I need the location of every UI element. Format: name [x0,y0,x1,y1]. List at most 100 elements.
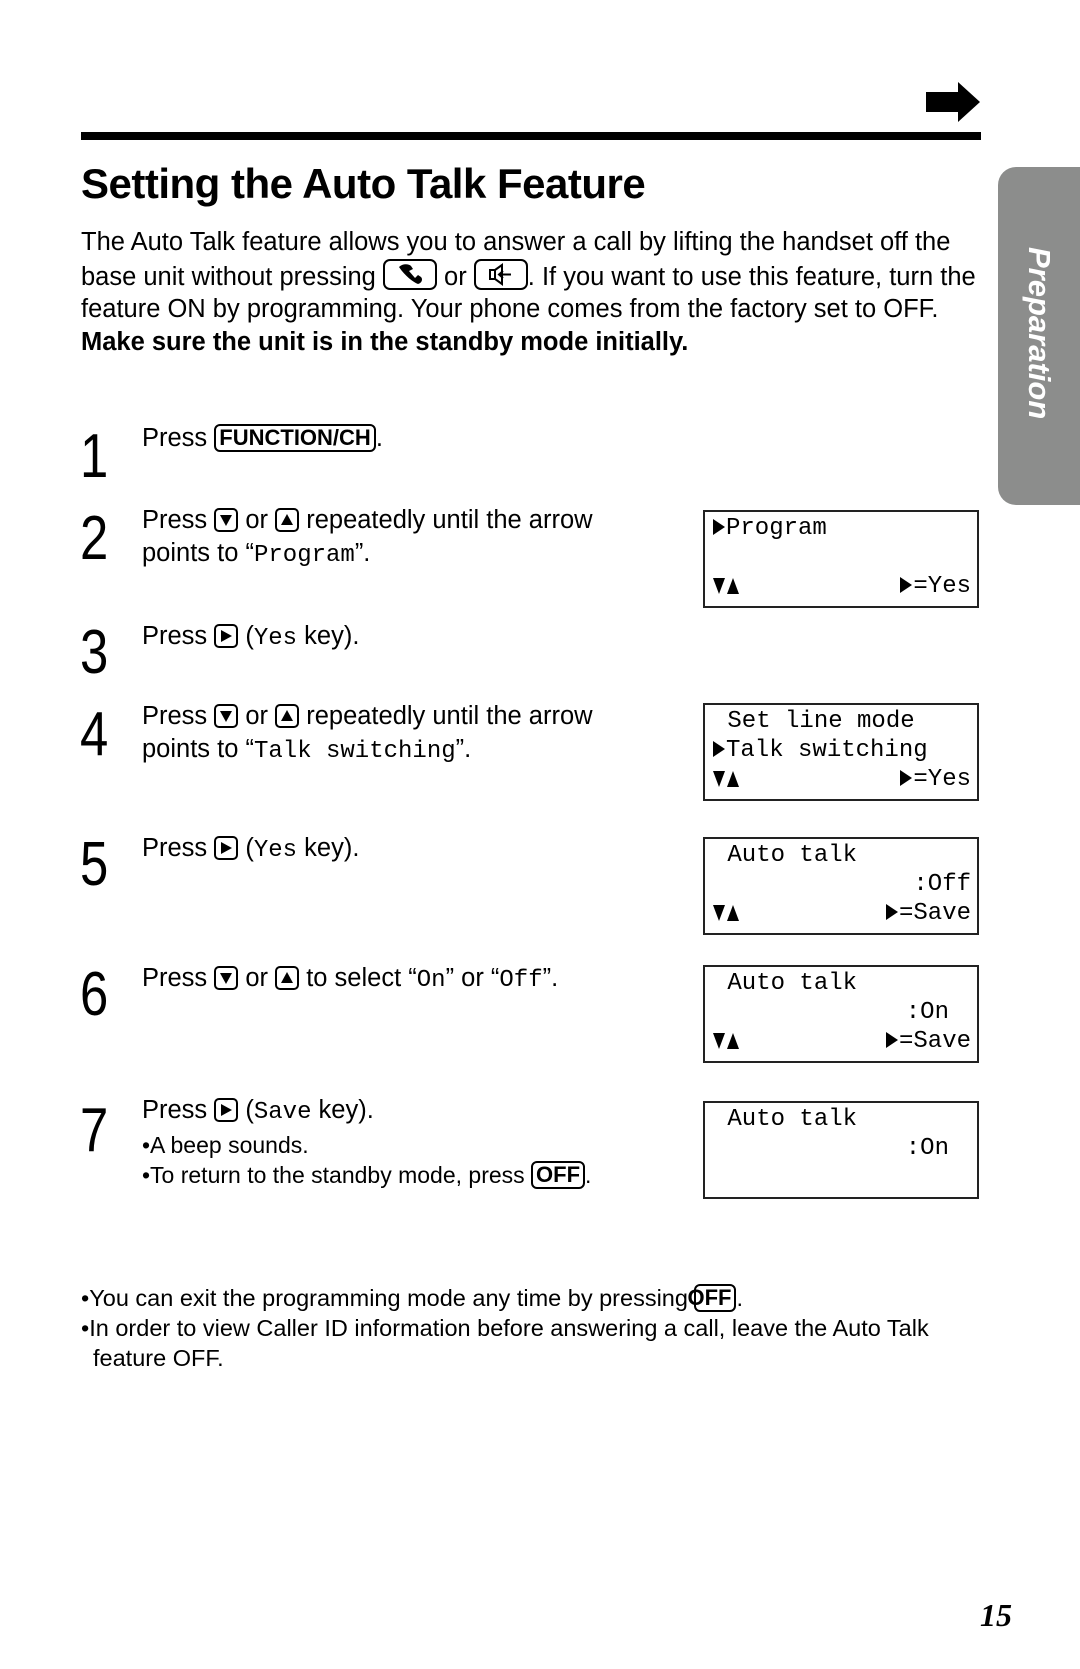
right-key [214,1098,239,1122]
right-key [214,624,239,648]
up-arrow-icon [281,710,294,721]
lcd-line-3: =Save [713,1027,971,1057]
up-key [275,966,300,990]
step-number: 4 [80,700,109,769]
step-number: 5 [80,830,109,899]
lcd-action: =Save [898,900,971,927]
step-number: 1 [80,422,109,491]
lcd-display-auto-talk-off: Auto talk :Off =Save [703,837,979,935]
right-arrow-icon [885,904,898,920]
step-text: Press [142,506,215,534]
up-arrow-icon [281,972,294,983]
page-title: Setting the Auto Talk Feature [81,160,646,207]
step-text: ”. [354,538,371,567]
step-7-bullet-1: •A beep sounds. [142,1131,309,1158]
display-term: On [416,967,446,994]
speaker-key [473,258,528,290]
intro-paragraph: The Auto Talk feature allows you to answ… [81,226,991,358]
lcd-line-3: =Yes [713,572,971,602]
step-text: or [238,702,276,730]
pointer-icon [713,741,725,757]
bullet-text: . [585,1161,592,1188]
step-text: key). [297,834,360,862]
step-text: ” or “ [445,964,500,992]
step-5-text: Press (Yes key). [142,832,662,868]
off-key: OFF [687,1284,737,1312]
function-ch-key: FUNCTION/CH [214,424,376,452]
display-term: Off [499,967,543,994]
step-text: Press [142,834,215,862]
note-text: . [736,1285,743,1311]
step-text: . [375,424,383,452]
lcd-text: Talk switching [726,737,928,764]
lcd-action: =Save [898,1028,971,1055]
speakerphone-icon [488,262,511,286]
header-rule [81,132,981,140]
lcd-action: =Yes [913,573,971,600]
lcd-line-2: :On [713,1134,971,1164]
lcd-display-auto-talk-saved: Auto talk :On [703,1101,979,1199]
step-text: key). [311,1096,374,1124]
step-text: or [238,964,276,992]
step-text: to select “ [299,964,417,992]
note-text: •You can exit the programming mode any t… [81,1285,695,1311]
step-number: 7 [80,1096,109,1165]
up-key [275,704,300,728]
step-3-text: Press (Yes key). [142,620,662,656]
up-arrow-icon [281,514,294,525]
lcd-line-2: :Off [713,870,971,900]
step-number: 6 [80,960,109,1029]
lcd-display-talk-switching: Set line mode Talk switching =Yes [703,703,979,801]
lcd-line-3: =Save [713,899,971,929]
down-arrow-icon [713,771,725,787]
lcd-action: =Yes [913,766,971,793]
lcd-line-2: Talk switching [713,736,971,766]
section-tab: Preparation [998,167,1080,505]
step-4-text: Press or repeatedly until the arrow poin… [142,700,662,768]
down-arrow-icon [220,973,233,984]
lcd-text: Program [726,515,827,542]
display-term: Yes [253,837,298,864]
step-1-text: Press FUNCTION/CH. [142,422,662,455]
down-arrow-icon [713,578,725,594]
lcd-line-1: Set line mode [713,708,915,735]
talk-handset-icon [398,263,422,284]
down-key [214,966,239,990]
note-caller-id: •In order to view Caller ID information … [81,1315,929,1371]
step-text: ( [238,1096,254,1124]
note-exit-programming: •You can exit the programming mode any t… [81,1283,991,1313]
pointer-icon [713,519,725,535]
down-arrow-icon [220,515,233,526]
lcd-value: :Off [913,871,971,898]
step-text: Press [142,622,215,650]
lcd-value: :On [905,1135,949,1162]
step-text: Press [142,964,215,992]
step-text: or [238,506,276,534]
lcd-line-1: Auto talk [713,1106,858,1133]
step-text: ( [238,834,254,862]
step-text: ”. [455,734,472,763]
right-arrow-key-icon [221,630,233,642]
section-tab-label: Preparation [1022,247,1057,420]
step-text: Press [142,1096,215,1124]
right-arrow-icon [900,770,913,786]
down-key [214,508,239,532]
lcd-display-auto-talk-on: Auto talk :On =Save [703,965,979,1063]
step-6-text: Press or to select “On” or “Off”. [142,962,662,998]
off-key: OFF [531,1160,586,1189]
up-key [275,508,300,532]
step-7-text: Press (Save key). •A beep sounds. •To re… [142,1094,662,1190]
lcd-line-1: Auto talk [713,970,858,997]
step-text: ”. [542,964,559,992]
lcd-display-program: Program =Yes [703,510,979,608]
standby-note: Make sure the unit is in the standby mod… [81,327,689,356]
up-arrow-icon [727,771,739,787]
display-term: Talk switching [253,737,456,765]
step-2-text: Press or repeatedly until the arrow poin… [142,504,662,572]
display-term: Program [253,541,355,569]
bullet-text: •To return to the standby mode, press [142,1161,532,1188]
down-arrow-icon [713,1033,725,1049]
down-arrow-icon [220,711,233,722]
page-number: 15 [980,1597,1012,1633]
display-term: Yes [253,625,298,652]
